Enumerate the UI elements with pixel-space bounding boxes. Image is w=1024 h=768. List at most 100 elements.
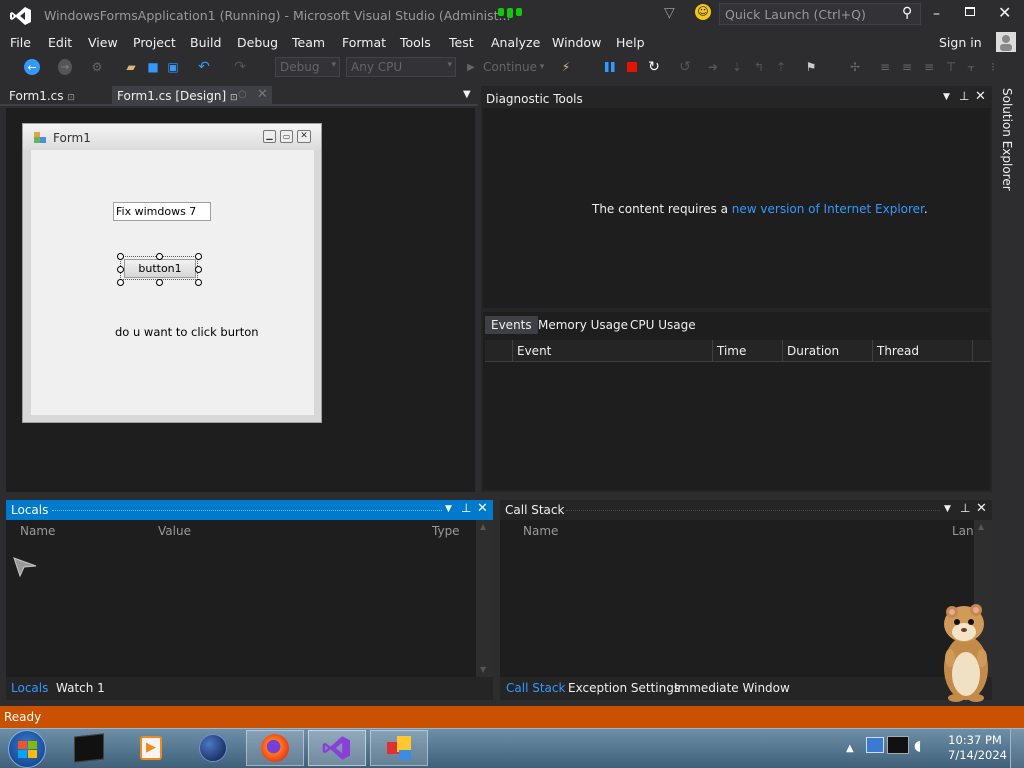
taskbar-app-visual-studio[interactable] — [308, 730, 366, 766]
column-header-name[interactable]: Name — [523, 524, 558, 538]
search-icon[interactable]: ⚲ — [902, 5, 912, 21]
quick-launch-box[interactable]: Quick Launch (Ctrl+Q) ⚲ — [719, 3, 921, 25]
menu-format[interactable]: Format — [342, 35, 386, 50]
play-icon[interactable]: ▶ — [466, 59, 476, 75]
menu-edit[interactable]: Edit — [48, 35, 72, 50]
window-position-dropdown-icon[interactable]: ▼ — [944, 504, 951, 514]
minimize-icon[interactable]: – — [933, 6, 940, 22]
pin-icon[interactable]: ⊡ — [230, 93, 238, 103]
resize-handle[interactable] — [195, 253, 202, 260]
speaker-icon[interactable]: ◖ — [914, 738, 921, 754]
navigate-back-icon[interactable]: ← — [24, 59, 40, 75]
save-all-icon[interactable]: ▣ — [166, 59, 180, 75]
quick-launch-input[interactable]: Quick Launch (Ctrl+Q) — [725, 7, 866, 22]
close-icon[interactable]: ✕ — [998, 3, 1011, 22]
resize-handle[interactable] — [117, 253, 124, 260]
pin-icon[interactable]: ⊥ — [461, 501, 471, 515]
scroll-up-icon[interactable]: ▲ — [480, 522, 486, 531]
button1[interactable]: button1 — [124, 259, 196, 278]
column-header-time[interactable]: Time — [717, 344, 746, 358]
restore-icon[interactable] — [965, 7, 975, 16]
ie-link[interactable]: new version of Internet Explorer — [732, 202, 924, 216]
menu-analyze[interactable]: Analyze — [491, 35, 540, 50]
window-position-dropdown-icon[interactable]: ▼ — [943, 92, 950, 102]
user-avatar-icon[interactable] — [996, 32, 1016, 52]
menu-build[interactable]: Build — [190, 35, 221, 50]
tab-exception-settings[interactable]: Exception Settings — [568, 681, 680, 695]
pause-icon[interactable] — [604, 59, 616, 75]
pin-icon[interactable]: ✢ — [848, 59, 862, 75]
column-header-value[interactable]: Value — [158, 524, 191, 538]
taskbar-app-firefox[interactable] — [246, 730, 304, 766]
filter-icon[interactable]: ▽ — [664, 5, 675, 21]
resize-handle[interactable] — [117, 266, 124, 273]
tab-events[interactable]: Events — [485, 316, 538, 334]
taskbar-app-terminal[interactable] — [60, 730, 118, 766]
step-over-icon[interactable]: ⇣ — [730, 59, 744, 75]
close-icon[interactable]: ✕ — [975, 89, 986, 104]
align-middle-icon[interactable]: ⫟ — [964, 59, 978, 75]
menu-window[interactable]: Window — [552, 35, 601, 50]
lightning-icon[interactable]: ⚡ — [558, 59, 574, 75]
restart-icon[interactable]: ↻ — [647, 59, 661, 75]
locals-scrollbar[interactable]: ▲ ▼ — [476, 520, 493, 677]
resize-handle[interactable] — [195, 266, 202, 273]
scroll-down-icon[interactable]: ▼ — [480, 665, 486, 674]
align-top-icon[interactable]: ⊤ — [944, 59, 958, 75]
menu-tools[interactable]: Tools — [400, 35, 431, 50]
network-icon[interactable] — [866, 737, 884, 753]
step-into-icon[interactable]: ➜ — [706, 59, 720, 75]
taskbar-app-form[interactable] — [370, 730, 428, 766]
redo-icon[interactable]: ↷ — [232, 59, 248, 75]
resize-handle[interactable] — [156, 279, 163, 286]
close-icon[interactable]: ✕ — [257, 87, 268, 102]
pin-icon[interactable]: ⊥ — [959, 89, 969, 103]
menu-help[interactable]: Help — [616, 35, 645, 50]
menu-test[interactable]: Test — [449, 35, 474, 50]
resize-handle[interactable] — [117, 279, 124, 286]
step-out-icon[interactable]: ↰ — [752, 59, 766, 75]
resize-handle[interactable] — [156, 253, 163, 260]
form1-window[interactable]: Form1 ▁ ▭ ✕ Fix wimdows 7 button1 do u w… — [22, 123, 322, 423]
menu-file[interactable]: File — [10, 35, 31, 50]
align-center-icon[interactable]: ≡ — [900, 59, 914, 75]
close-icon[interactable]: ✕ — [976, 501, 987, 516]
show-desktop-button[interactable] — [1010, 729, 1024, 768]
solution-config-select[interactable]: Debug ▾ — [275, 57, 340, 77]
column-header-name[interactable]: Name — [20, 524, 55, 538]
pin-icon[interactable]: ⊡ — [67, 93, 75, 103]
resize-handle[interactable] — [195, 279, 202, 286]
tab-form1-cs[interactable]: Form1.cs ⊡ — [4, 86, 80, 106]
column-header-event[interactable]: Event — [517, 344, 551, 358]
tab-memory-usage[interactable]: Memory Usage — [538, 318, 628, 332]
column-header-language[interactable]: Lang — [952, 524, 974, 538]
step-back-icon[interactable]: ⇡ — [774, 59, 788, 75]
continue-button[interactable]: Continue — [483, 60, 537, 74]
save-icon[interactable]: ■ — [146, 59, 160, 75]
tab-watch1[interactable]: Watch 1 — [56, 681, 105, 695]
open-file-icon[interactable]: ▰ — [124, 59, 138, 75]
chevron-down-icon[interactable]: ▾ — [538, 59, 546, 75]
tab-cpu-usage[interactable]: CPU Usage — [630, 318, 696, 332]
feedback-smiley-icon[interactable]: ☺ — [695, 4, 711, 20]
column-header-thread[interactable]: Thread — [877, 344, 919, 358]
textbox1[interactable]: Fix wimdows 7 — [113, 202, 211, 221]
new-project-icon[interactable]: ⚙ — [90, 59, 104, 75]
tab-call-stack[interactable]: Call Stack — [506, 681, 565, 695]
show-next-statement-icon[interactable]: ↺ — [678, 59, 692, 75]
align-left-icon[interactable]: ≡ — [878, 59, 892, 75]
toolbar-overflow-icon[interactable]: ⁝ — [986, 59, 1000, 75]
tab-form1-design[interactable]: Form1.cs [Design] ⊡ — [112, 86, 272, 106]
preview-icon[interactable]: ○ — [238, 89, 247, 100]
sign-in-link[interactable]: Sign in — [939, 35, 982, 50]
window-position-dropdown-icon[interactable]: ▼ — [445, 504, 452, 514]
tab-immediate-window[interactable]: Immediate Window — [674, 681, 790, 695]
taskbar-app-media-player[interactable]: ▶ — [122, 730, 180, 766]
platform-select[interactable]: Any CPU ▾ — [346, 57, 456, 77]
undo-icon[interactable]: ↶ — [196, 59, 212, 75]
show-hidden-icons-icon[interactable]: ▲ — [846, 743, 854, 754]
column-header-type[interactable]: Type — [432, 524, 460, 538]
pin-icon[interactable]: ⊥ — [960, 501, 970, 515]
breakpoint-toggle-icon[interactable]: ⚑ — [802, 59, 820, 75]
scroll-up-icon[interactable]: ▲ — [978, 522, 984, 531]
